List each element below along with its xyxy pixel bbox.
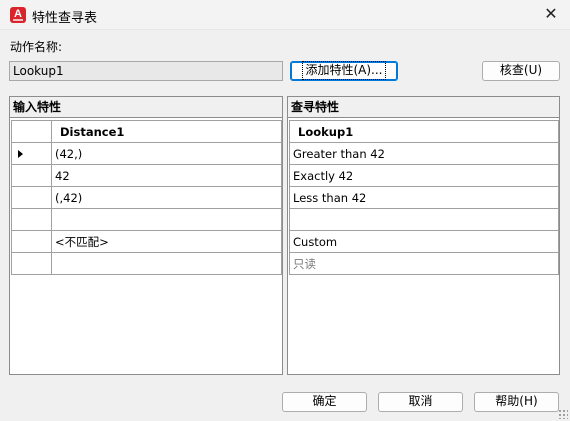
row-header[interactable] bbox=[11, 142, 52, 165]
table-row[interactable]: Exactly 42 bbox=[289, 164, 559, 187]
lookup-cell[interactable] bbox=[289, 208, 559, 231]
row-header[interactable] bbox=[11, 164, 52, 187]
table-row[interactable]: (,42) bbox=[11, 186, 282, 209]
add-property-button-label: 添加特性(A)... bbox=[302, 61, 386, 80]
input-cell[interactable] bbox=[51, 252, 282, 275]
lookup-properties-grid: Lookup1 Greater than 42 Exactly 42 Less … bbox=[289, 120, 559, 275]
row-header[interactable] bbox=[11, 186, 52, 209]
table-row[interactable]: (42,) bbox=[11, 142, 282, 165]
close-icon[interactable]: ✕ bbox=[540, 4, 562, 26]
cancel-button[interactable]: 取消 bbox=[378, 392, 463, 412]
audit-button-label: 核查(U) bbox=[499, 63, 543, 77]
table-row[interactable]: Less than 42 bbox=[289, 186, 559, 209]
table-row[interactable]: <不匹配> bbox=[11, 230, 282, 253]
grid-header-row: Lookup1 bbox=[289, 120, 559, 143]
column-header-lookup1[interactable]: Lookup1 bbox=[289, 120, 559, 143]
autocad-a-icon: A bbox=[10, 7, 26, 23]
lookup-cell[interactable]: Custom bbox=[289, 230, 559, 253]
lookup-cell-readonly: 只读 bbox=[289, 252, 559, 275]
grid-header-row: Distance1 bbox=[11, 120, 282, 143]
cancel-button-label: 取消 bbox=[408, 394, 433, 408]
add-property-button[interactable]: 添加特性(A)... bbox=[290, 61, 398, 81]
table-row[interactable] bbox=[11, 208, 282, 231]
row-header-corner bbox=[11, 120, 52, 143]
title-bar: A 特性查寻表 ✕ bbox=[0, 0, 570, 30]
table-row[interactable] bbox=[289, 208, 559, 231]
ok-button[interactable]: 确定 bbox=[282, 392, 367, 412]
triangle-right-icon bbox=[18, 149, 23, 158]
row-header[interactable] bbox=[11, 230, 52, 253]
input-cell[interactable]: (42,) bbox=[51, 142, 282, 165]
row-header[interactable] bbox=[11, 252, 52, 275]
input-cell[interactable]: 42 bbox=[51, 164, 282, 187]
input-cell[interactable]: (,42) bbox=[51, 186, 282, 209]
table-row[interactable] bbox=[11, 252, 282, 275]
resize-grip-icon[interactable] bbox=[558, 409, 568, 419]
table-row[interactable]: Greater than 42 bbox=[289, 142, 559, 165]
input-cell[interactable] bbox=[51, 208, 282, 231]
table-row[interactable]: Custom bbox=[289, 230, 559, 253]
action-name-field: Lookup1 bbox=[9, 61, 283, 81]
audit-button[interactable]: 核查(U) bbox=[482, 61, 560, 81]
lookup-properties-panel: 查寻特性 Lookup1 Greater than 42 Exactly 42 … bbox=[287, 96, 560, 375]
help-button-label: 帮助(H) bbox=[495, 394, 538, 408]
help-button[interactable]: 帮助(H) bbox=[474, 392, 559, 412]
input-properties-title: 输入特性 bbox=[10, 97, 282, 118]
lookup-cell[interactable]: Exactly 42 bbox=[289, 164, 559, 187]
input-cell[interactable]: <不匹配> bbox=[51, 230, 282, 253]
table-row[interactable]: 42 bbox=[11, 164, 282, 187]
lookup-properties-title: 查寻特性 bbox=[288, 97, 559, 118]
input-properties-grid: Distance1 (42,) 42 (,42) <不匹配> bbox=[11, 120, 282, 275]
ok-button-label: 确定 bbox=[312, 394, 337, 408]
column-header-distance1[interactable]: Distance1 bbox=[51, 120, 282, 143]
action-name-label: 动作名称: bbox=[10, 40, 63, 54]
input-properties-panel: 输入特性 Distance1 (42,) 42 (,42) <不匹配> bbox=[9, 96, 283, 375]
lookup-cell[interactable]: Less than 42 bbox=[289, 186, 559, 209]
window-title: 特性查寻表 bbox=[32, 11, 98, 26]
row-header[interactable] bbox=[11, 208, 52, 231]
table-row: 只读 bbox=[289, 252, 559, 275]
lookup-cell[interactable]: Greater than 42 bbox=[289, 142, 559, 165]
